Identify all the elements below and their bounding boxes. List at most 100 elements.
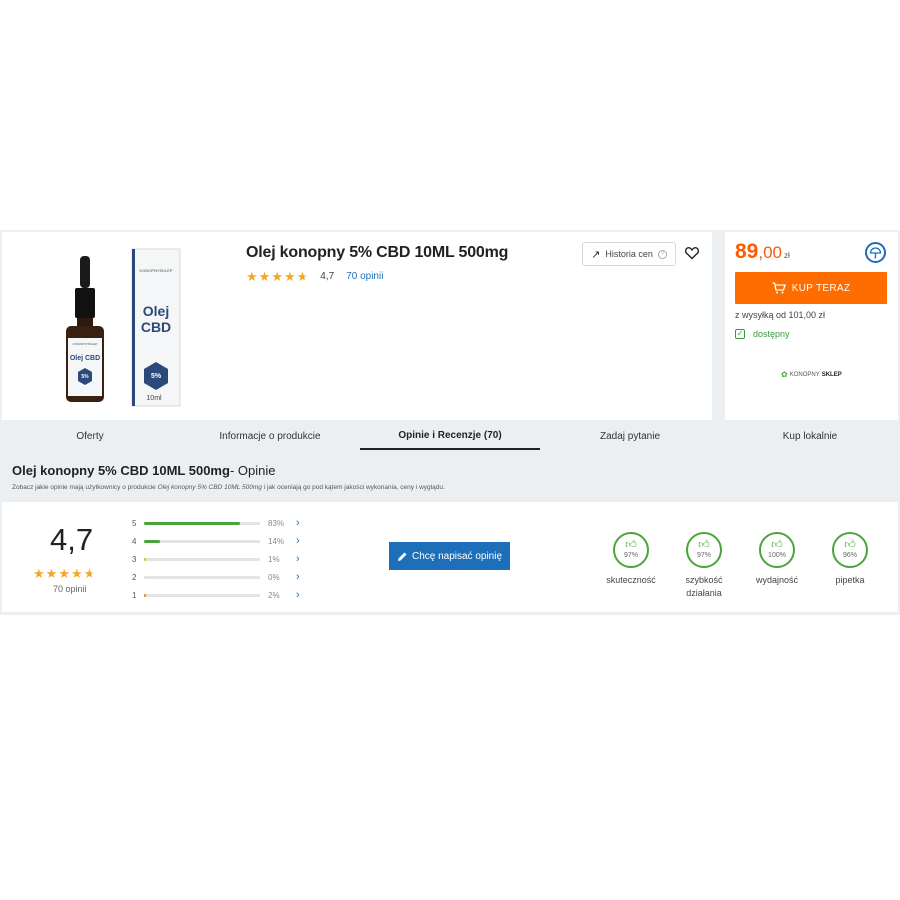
rating-stars: ★ ★ ★ ★ ★ — [246, 270, 308, 283]
rating-row-4[interactable]: 4 14% › — [132, 532, 300, 550]
box-brand-text: KONOPNYSKLEP — [140, 268, 173, 273]
rating-bar-track — [144, 575, 260, 579]
rating-row-stars: 1 — [132, 590, 137, 600]
star-icon: ★ — [45, 566, 58, 581]
star-icon: ★ — [58, 566, 70, 581]
shop-logo-text-a: KONOPNY — [789, 371, 820, 378]
rating-distribution: 5 83% › 4 14% › 3 1% › 2 0% › 1 2% › — [132, 514, 300, 604]
reviews-heading-product: Olej konopny 5% CBD 10ML 500mg — [12, 463, 230, 478]
attribute-label: szybkość działania — [664, 574, 744, 600]
box-line1-text: Olej — [143, 303, 169, 319]
box-volume-text: 10ml — [146, 395, 162, 402]
check-icon: ✓ — [735, 329, 745, 339]
write-review-button[interactable]: Chcę napisać opinię — [389, 542, 510, 570]
star-half-icon: ★ — [296, 269, 309, 284]
star-icon: ★ — [283, 269, 296, 284]
chevron-right-icon[interactable]: › — [296, 571, 300, 583]
bottle-brand-text: KONOPNYSKLEP — [73, 342, 98, 346]
rating-row-percent: 0% — [268, 572, 280, 582]
attribute-label: skuteczność — [591, 574, 671, 587]
shop-logo-text-b: SKLEP — [821, 371, 842, 378]
attribute-circle: 👍︎ 96% — [832, 532, 868, 568]
thumbs-up-icon: 👍︎ — [625, 539, 637, 551]
tab-offers[interactable]: Oferty — [0, 422, 180, 450]
buy-now-label: KUP TERAZ — [791, 282, 851, 294]
rating-bar-fill — [144, 593, 147, 597]
buy-now-button[interactable]: KUP TERAZ — [735, 272, 887, 304]
star-icon: ★ — [33, 566, 45, 581]
reviews-heading: Olej konopny 5% CBD 10ML 500mg- Opinie — [12, 463, 275, 478]
star-icon: ★ — [258, 269, 271, 284]
shop-logo[interactable]: ✿ KONOPNY SKLEP — [781, 370, 842, 379]
reviews-subtitle-product: Olej konopny 5% CBD 10ML 500mg — [157, 484, 262, 491]
smart-badge-icon[interactable] — [865, 242, 886, 263]
price-int: 89 — [735, 240, 759, 263]
rating-row-percent: 2% — [268, 590, 280, 600]
attribute-circle: 👍︎ 97% — [613, 532, 649, 568]
rating-row-percent: 1% — [268, 554, 280, 564]
rating-row-stars: 3 — [132, 554, 137, 564]
cart-icon — [772, 282, 786, 294]
box-percent-text: 5% — [151, 373, 162, 380]
reviews-link[interactable]: 70 opinii — [346, 271, 383, 282]
tab-ask-question[interactable]: Zadaj pytanie — [540, 422, 720, 450]
price-decimals: ,00 — [758, 243, 782, 262]
rating-row-3[interactable]: 3 1% › — [132, 550, 300, 568]
rating-row-percent: 83% — [268, 518, 285, 528]
bottle-line-text: Olej CBD — [70, 355, 100, 362]
attribute-percent: 97% — [623, 552, 638, 559]
rating-row-stars: 2 — [132, 572, 137, 582]
availability-status: ✓ dostępny — [735, 329, 790, 339]
rating-row-5[interactable]: 5 83% › — [132, 514, 300, 532]
attribute-label-line1: pipetka — [835, 575, 865, 585]
umbrella-icon — [869, 247, 882, 259]
offer-card: 89,00 zł KUP TERAZ z wysyłką od 101,00 zł… — [725, 232, 898, 420]
pencil-icon — [397, 552, 407, 561]
reviews-panel: 4,7 ★ ★ ★ ★ ★ 70 opinii 5 83% › 4 14% › 3 1% › 2 0… — [2, 502, 898, 612]
heart-icon[interactable] — [684, 245, 700, 261]
chevron-right-icon[interactable]: › — [296, 553, 300, 565]
star-icon: ★ — [70, 566, 83, 581]
reviews-subtitle-a: Zobacz jakie opinie mają użytkownicy o p… — [12, 484, 158, 491]
attribute-label-line2: działania — [686, 588, 722, 598]
average-stars: ★ ★ ★ ★ ★ — [33, 567, 95, 580]
attribute-efficiency: 👍︎ 100% wydajność — [737, 532, 817, 587]
tab-buy-locally[interactable]: Kup lokalnie — [720, 422, 900, 450]
page: KONOPNYSKLEP Olej CBD 5% 10ml KONOPNYSKL… — [0, 0, 900, 900]
attribute-percent: 100% — [768, 552, 786, 559]
reviews-heading-suffix: - Opinie — [229, 463, 276, 478]
chevron-right-icon[interactable]: › — [296, 535, 300, 547]
average-rating: 4,7 — [50, 522, 94, 557]
attribute-percent: 96% — [842, 552, 857, 559]
product-image[interactable]: KONOPNYSKLEP Olej CBD 5% 10ml KONOPNYSKL… — [60, 244, 190, 409]
rating-value: 4,7 — [320, 271, 335, 282]
rating-bar-fill — [144, 539, 161, 543]
rating-bar-fill — [144, 557, 147, 561]
attribute-pipette: 👍︎ 96% pipetka — [810, 532, 890, 587]
thumbs-up-icon: 👍︎ — [698, 539, 710, 551]
attribute-percent: 97% — [696, 552, 711, 559]
price-history-button[interactable]: ↗ Historia cen ? — [582, 242, 676, 266]
attribute-label-line1: wydajność — [755, 575, 799, 585]
chevron-right-icon[interactable]: › — [296, 517, 300, 529]
rating-row-stars: 4 — [132, 536, 137, 546]
chevron-right-icon[interactable]: › — [296, 589, 300, 601]
rating-row-1[interactable]: 1 2% › — [132, 586, 300, 604]
reviews-subtitle-b: i jak oceniają go pod kątem jakości wyko… — [261, 484, 445, 491]
tab-product-info[interactable]: Informacje o produkcie — [180, 422, 360, 450]
availability-label: dostępny — [753, 329, 790, 339]
bottle-percent-text: 5% — [81, 374, 89, 380]
attribute-effectiveness: 👍︎ 97% skuteczność — [591, 532, 671, 587]
rating-bar-track — [144, 593, 260, 597]
shipping-info: z wysyłką od 101,00 zł — [735, 310, 826, 320]
attribute-speed: 👍︎ 97% szybkość działania — [664, 532, 744, 600]
rating-row-2[interactable]: 2 0% › — [132, 568, 300, 586]
tab-reviews[interactable]: Opinie i Recenzje (70) — [360, 422, 540, 450]
product-rating: ★ ★ ★ ★ ★ 4,7 70 opinii — [246, 270, 383, 283]
product-title: Olej konopny 5% CBD 10ML 500mg — [246, 244, 509, 261]
attribute-label-line1: skuteczność — [606, 575, 656, 585]
rating-row-stars: 5 — [132, 518, 137, 528]
write-review-label: Chcę napisać opinię — [411, 550, 503, 562]
star-half-icon: ★ — [83, 566, 96, 581]
thumbs-up-icon: 👍︎ — [771, 539, 783, 551]
